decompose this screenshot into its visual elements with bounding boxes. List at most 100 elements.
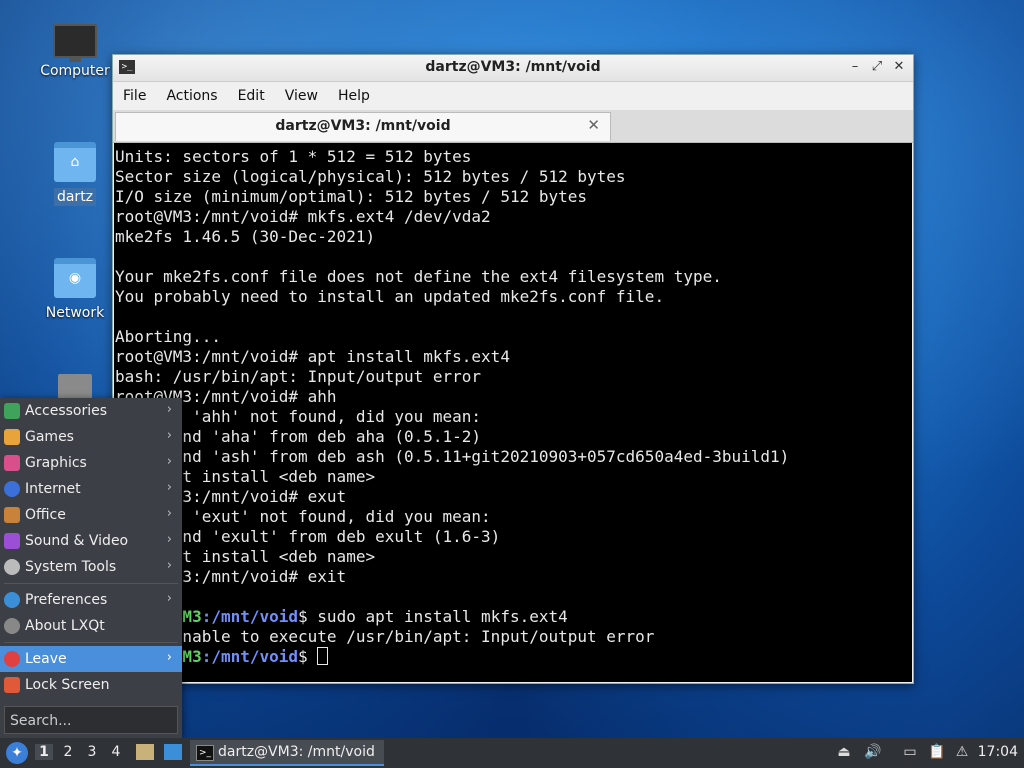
terminal-window: >_ dartz@VM3: /mnt/void – ⤢ ✕ File Actio… xyxy=(112,54,914,684)
desktop-icon-computer[interactable]: Computer xyxy=(35,24,115,80)
terminal-line: Try: apt install <deb name> xyxy=(115,467,376,486)
menu-item-label: Graphics xyxy=(25,455,87,471)
chevron-right-icon: › xyxy=(166,454,172,469)
terminal-line: command 'exult' from deb exult (1.6-3) xyxy=(115,527,501,546)
chevron-right-icon: › xyxy=(166,480,172,495)
prompt-line: dartz@VM3:/mnt/void$ sudo apt install mk… xyxy=(115,607,912,627)
chevron-right-icon: › xyxy=(166,558,172,573)
terminal-line: command 'ash' from deb ash (0.5.11+git20… xyxy=(115,447,790,466)
menu-item-label: Leave xyxy=(25,651,67,667)
games-icon xyxy=(4,429,20,445)
menu-item-internet[interactable]: Internet › xyxy=(0,476,182,502)
close-icon[interactable]: ✕ xyxy=(891,59,907,75)
menu-search-input[interactable]: Search... xyxy=(4,706,178,734)
eject-icon[interactable]: ⏏ xyxy=(836,744,852,760)
desktop-icon-label: Computer xyxy=(40,63,110,79)
clock[interactable]: 17:04 xyxy=(978,744,1018,760)
start-menu-button[interactable]: ✦ xyxy=(6,742,28,764)
menu-item-label: Lock Screen xyxy=(25,677,110,693)
window-titlebar[interactable]: >_ dartz@VM3: /mnt/void – ⤢ ✕ xyxy=(113,55,913,82)
prompt-path: :/mnt/void xyxy=(201,607,299,626)
preferences-icon xyxy=(4,592,20,608)
lock-icon xyxy=(4,677,20,693)
office-icon xyxy=(4,507,20,523)
clipboard-icon[interactable]: 📋 xyxy=(928,744,945,760)
menu-item-leave[interactable]: Leave › xyxy=(0,646,182,672)
network-status-icon[interactable]: ▭ xyxy=(902,744,918,760)
menu-item-accessories[interactable]: Accessories › xyxy=(0,398,182,424)
desktop-switch-1[interactable]: 1 xyxy=(35,744,53,760)
chevron-right-icon: › xyxy=(166,506,172,521)
menu-divider xyxy=(4,583,178,584)
network-folder-icon: ◉ xyxy=(54,258,96,298)
terminal-line: Units: sectors of 1 * 512 = 512 bytes xyxy=(115,147,472,166)
tab-close-icon[interactable]: ✕ xyxy=(587,116,600,134)
menu-item-graphics[interactable]: Graphics › xyxy=(0,450,182,476)
sound-video-icon xyxy=(4,533,20,549)
menubar: File Actions Edit View Help xyxy=(113,82,913,110)
terminal-line: Command 'exut' not found, did you mean: xyxy=(115,507,491,526)
terminal-cursor xyxy=(317,647,329,665)
chevron-right-icon: › xyxy=(166,650,172,665)
menu-item-label: About LXQt xyxy=(25,618,105,634)
menu-item-sound-video[interactable]: Sound & Video › xyxy=(0,528,182,554)
chevron-right-icon: › xyxy=(166,402,172,417)
desktop-switch-2[interactable]: 2 xyxy=(59,744,77,760)
tab-title: dartz@VM3: /mnt/void xyxy=(275,118,451,134)
info-icon xyxy=(4,618,20,634)
taskbar-window-label: dartz@VM3: /mnt/void xyxy=(218,744,375,760)
system-tools-icon xyxy=(4,559,20,575)
file-manager-icon[interactable] xyxy=(136,744,154,760)
update-notifier-icon[interactable]: ⚠ xyxy=(954,744,970,760)
menu-item-about[interactable]: About LXQt xyxy=(0,613,182,639)
computer-icon xyxy=(53,24,97,62)
volume-icon[interactable]: 🔊 xyxy=(864,744,881,760)
desktop-icon-home[interactable]: ⌂ dartz xyxy=(35,142,115,206)
minimize-icon[interactable]: – xyxy=(847,59,863,75)
terminal-app-icon: >_ xyxy=(196,745,214,761)
power-icon xyxy=(4,651,20,667)
terminal-output[interactable]: Units: sectors of 1 * 512 = 512 bytes Se… xyxy=(114,143,912,682)
terminal-line: command 'aha' from deb aha (0.5.1-2) xyxy=(115,427,482,446)
menu-edit[interactable]: Edit xyxy=(232,88,279,104)
prompt-symbol: $ xyxy=(298,607,318,626)
window-title: dartz@VM3: /mnt/void xyxy=(425,59,601,75)
terminal-line: root@VM3:/mnt/void# mkfs.ext4 /dev/vda2 xyxy=(115,207,491,226)
menu-help[interactable]: Help xyxy=(332,88,384,104)
graphics-icon xyxy=(4,455,20,471)
menu-file[interactable]: File xyxy=(117,88,160,104)
terminal-line: Sector size (logical/physical): 512 byte… xyxy=(115,167,626,186)
taskbar: ✦ 1 2 3 4 >_ dartz@VM3: /mnt/void ⏏ 🔊 ▭ … xyxy=(0,738,1024,768)
maximize-icon[interactable]: ⤢ xyxy=(869,59,885,75)
chevron-right-icon: › xyxy=(166,591,172,606)
menu-item-games[interactable]: Games › xyxy=(0,424,182,450)
menu-item-lock-screen[interactable]: Lock Screen xyxy=(0,672,182,698)
terminal-line: root@VM3:/mnt/void# exut xyxy=(115,487,347,506)
terminal-line: You probably need to install an updated … xyxy=(115,287,665,306)
menu-item-system-tools[interactable]: System Tools › xyxy=(0,554,182,580)
show-desktop-icon[interactable] xyxy=(164,744,182,760)
tab-bar: dartz@VM3: /mnt/void ✕ xyxy=(113,110,913,143)
prompt-symbol: $ xyxy=(298,647,318,666)
menu-view[interactable]: View xyxy=(279,88,332,104)
menu-item-office[interactable]: Office › xyxy=(0,502,182,528)
internet-icon xyxy=(4,481,20,497)
taskbar-window-button[interactable]: >_ dartz@VM3: /mnt/void xyxy=(190,740,384,766)
desktop-switch-4[interactable]: 4 xyxy=(107,744,125,760)
desktop-switch-3[interactable]: 3 xyxy=(83,744,101,760)
chevron-right-icon: › xyxy=(166,532,172,547)
accessories-icon xyxy=(4,403,20,419)
terminal-line: root@VM3:/mnt/void# apt install mkfs.ext… xyxy=(115,347,510,366)
terminal-line: root@VM3:/mnt/void# exit xyxy=(115,567,347,586)
start-menu: Accessories › Games › Graphics › Internet › … xyxy=(0,398,182,738)
desktop-icon-network[interactable]: ◉ Network xyxy=(35,258,115,322)
menu-item-label: Office xyxy=(25,507,66,523)
menu-divider xyxy=(4,642,178,643)
menu-actions[interactable]: Actions xyxy=(160,88,231,104)
tab-terminal[interactable]: dartz@VM3: /mnt/void ✕ xyxy=(115,112,611,141)
menu-item-preferences[interactable]: Preferences › xyxy=(0,587,182,613)
terminal-line: root@VM3:/mnt/void# ahh xyxy=(115,387,337,406)
